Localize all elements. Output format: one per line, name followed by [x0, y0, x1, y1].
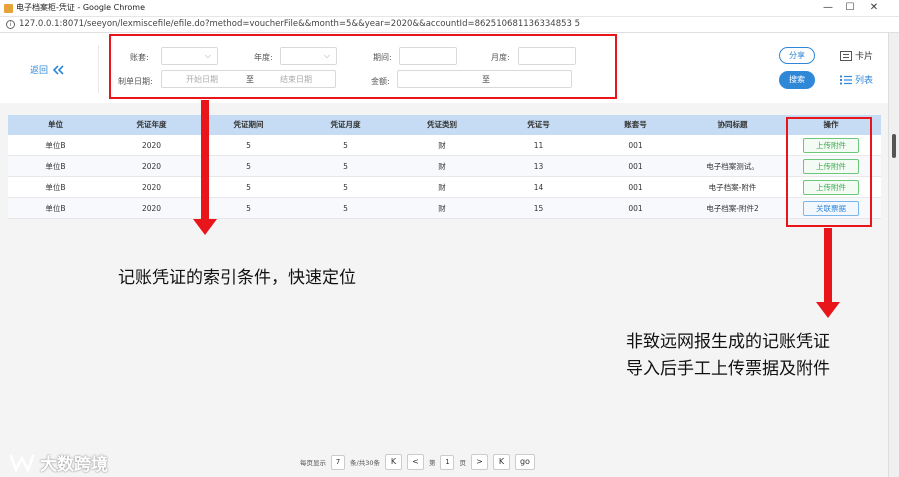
table-header: 单位 凭证年度 凭证期间 凭证月度 凭证类别 凭证号 账套号 协同标题 操作: [8, 115, 881, 135]
annotation-arrow-shaft: [201, 100, 209, 220]
column-header[interactable]: 账套号: [587, 115, 684, 135]
page-number-input[interactable]: 1: [440, 454, 455, 470]
vertical-scrollbar[interactable]: [888, 33, 899, 477]
cell-year: 2020: [141, 204, 162, 213]
window-title: 电子档案柜-凭证 - Google Chrome: [16, 3, 145, 12]
info-icon[interactable]: i: [6, 20, 15, 29]
per-page-input[interactable]: 7: [331, 454, 345, 470]
cell-month: 5: [343, 162, 348, 171]
annotation-note-line: 非致远网报生成的记账凭证: [626, 332, 830, 352]
cell-month: 5: [343, 141, 348, 150]
watermark-logo-icon: [9, 454, 35, 473]
total-label: 条/共30条: [350, 459, 380, 467]
url-text[interactable]: 127.0.0.1:8071/seeyon/lexmiscefile/efile…: [19, 19, 580, 29]
list-icon: [840, 75, 852, 84]
cell-type: 财: [438, 183, 446, 192]
cell-account: 001: [628, 183, 643, 192]
watermark-text: 大数跨境: [40, 455, 108, 475]
annotation-note-actions: 非致远网报生成的记账凭证 导入后手工上传票据及附件: [626, 329, 830, 383]
last-page-button[interactable]: K: [492, 454, 510, 470]
annotation-box-actions: [786, 117, 872, 227]
annotation-box-filters: [109, 34, 617, 99]
share-button[interactable]: 分享: [779, 47, 815, 64]
cell-period: 5: [246, 141, 251, 150]
cell-unit: 单位B: [45, 141, 66, 150]
list-view-toggle[interactable]: 列表: [840, 73, 873, 86]
cell-account: 001: [628, 204, 643, 213]
first-page-button[interactable]: K: [384, 454, 402, 470]
minimize-button[interactable]: —: [818, 1, 838, 15]
cell-unit: 单位B: [45, 183, 66, 192]
cell-month: 5: [343, 183, 348, 192]
cell-year: 2020: [141, 141, 162, 150]
back-button[interactable]: 返回: [30, 63, 66, 76]
page-prefix-label: 第: [428, 459, 436, 467]
table-row[interactable]: 单位B 2020 5 5 财 11 001 上传附件: [8, 135, 881, 156]
table-row[interactable]: 单位B 2020 5 5 财 13 001 电子档案测试。 上传附件: [8, 156, 881, 177]
cell-voucher-no: 15: [533, 204, 544, 213]
voucher-table: 单位 凭证年度 凭证期间 凭证月度 凭证类别 凭证号 账套号 协同标题 操作 单…: [8, 115, 881, 219]
cell-period: 5: [246, 162, 251, 171]
cell-account: 001: [628, 141, 643, 150]
annotation-note-filters: 记账凭证的索引条件，快速定位: [118, 268, 356, 288]
cell-title: [684, 135, 781, 155]
app-icon: [4, 4, 13, 13]
cell-title: 电子档案-附件2: [706, 204, 759, 213]
cell-period: 5: [246, 183, 251, 192]
cell-title: 电子档案-附件: [708, 183, 757, 192]
back-label: 返回: [30, 66, 49, 76]
header-divider: [98, 45, 99, 93]
page-suffix-label: 页: [459, 459, 466, 467]
cell-title: 电子档案测试。: [706, 162, 759, 171]
table-row[interactable]: 单位B 2020 5 5 财 15 001 电子档案-附件2 关联票据: [8, 198, 881, 219]
cell-month: 5: [343, 204, 348, 213]
go-button[interactable]: go: [514, 454, 535, 470]
cell-unit: 单位B: [45, 162, 66, 171]
close-window-button[interactable]: ✕: [864, 1, 884, 15]
per-page-label: 每页显示: [300, 459, 326, 467]
annotation-arrow-shaft: [824, 228, 832, 303]
cell-year: 2020: [141, 162, 162, 171]
annotation-arrow-head: [193, 219, 217, 235]
prev-page-button[interactable]: <: [406, 454, 424, 470]
cell-type: 财: [438, 162, 446, 171]
column-header[interactable]: 凭证月度: [297, 115, 394, 135]
next-page-button[interactable]: >: [470, 454, 488, 470]
page-content: 返回 账套: ⌵ 年度: ⌵ 期间: 月度: 制单日期: 开始日期 至 结束日期…: [0, 33, 888, 477]
window-titlebar: 电子档案柜-凭证 - Google Chrome — ☐ ✕: [0, 0, 899, 17]
column-header[interactable]: 凭证类别: [394, 115, 490, 135]
annotation-note-line: 导入后手工上传票据及附件: [626, 359, 830, 379]
search-button[interactable]: 搜索: [779, 71, 815, 89]
column-header[interactable]: 凭证年度: [103, 115, 200, 135]
column-header[interactable]: 凭证期间: [200, 115, 297, 135]
cell-account: 001: [628, 162, 643, 171]
address-bar[interactable]: i 127.0.0.1:8071/seeyon/lexmiscefile/efi…: [0, 17, 899, 33]
card-view-label: 卡片: [855, 52, 874, 62]
pagination: 每页显示 7 条/共30条 K < 第 1 页 > K go: [300, 454, 535, 470]
list-view-label: 列表: [855, 76, 874, 86]
cell-type: 财: [438, 141, 446, 150]
column-header[interactable]: 凭证号: [490, 115, 587, 135]
annotation-arrow-head: [816, 302, 840, 318]
card-view-toggle[interactable]: 卡片: [840, 49, 873, 62]
column-header[interactable]: 协同标题: [684, 115, 781, 135]
cell-type: 财: [438, 204, 446, 213]
cell-voucher-no: 14: [533, 183, 544, 192]
double-chevron-left-icon: [52, 64, 64, 75]
scrollbar-thumb[interactable]: [892, 134, 896, 158]
cell-period: 5: [246, 204, 251, 213]
cell-voucher-no: 13: [533, 162, 544, 171]
card-icon: [840, 50, 852, 61]
maximize-button[interactable]: ☐: [840, 1, 860, 15]
cell-unit: 单位B: [45, 204, 66, 213]
table-row[interactable]: 单位B 2020 5 5 财 14 001 电子档案-附件 上传附件: [8, 177, 881, 198]
column-header[interactable]: 单位: [8, 115, 103, 135]
cell-voucher-no: 11: [533, 141, 544, 150]
cell-year: 2020: [141, 183, 162, 192]
watermark: 大数跨境: [8, 450, 108, 475]
